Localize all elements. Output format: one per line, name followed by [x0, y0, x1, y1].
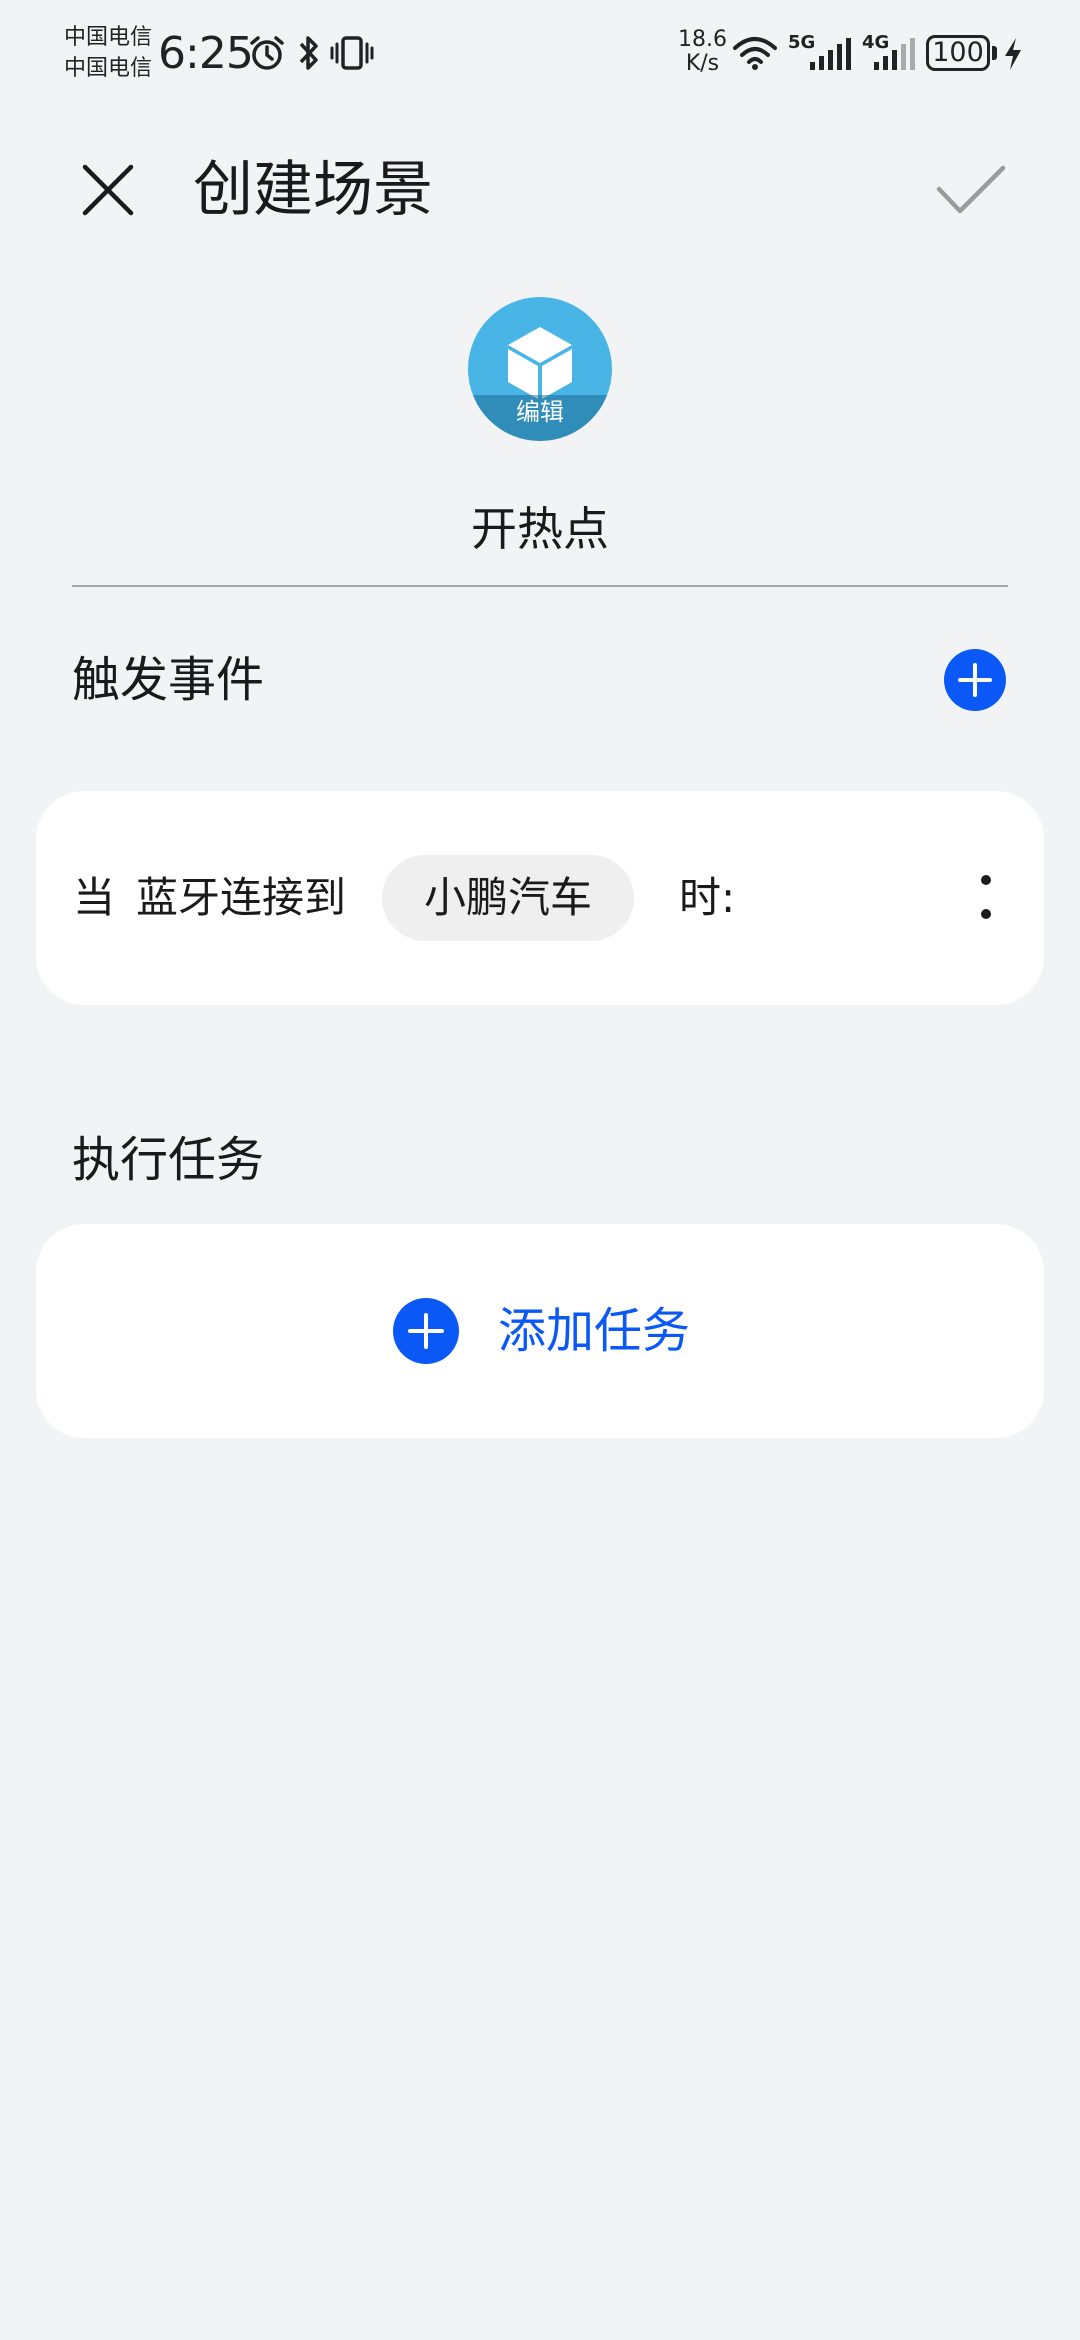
plus-icon — [408, 1313, 444, 1349]
network-speed: 18.6 K/s — [678, 28, 727, 76]
signal-4g-icon — [874, 38, 915, 70]
cube-icon — [508, 327, 572, 399]
trigger-event[interactable]: 蓝牙连接到 — [136, 869, 346, 927]
scene-icon-button[interactable]: 编辑 — [468, 297, 612, 441]
trigger-device-chip[interactable]: 小鹏汽车 — [382, 855, 634, 941]
add-task-card[interactable]: 添加任务 — [36, 1224, 1044, 1438]
more-options-button[interactable] — [966, 861, 1006, 935]
add-task-label[interactable]: 添加任务 — [498, 1298, 690, 1364]
trigger-card: 当 蓝牙连接到 小鹏汽车 时: — [36, 791, 1044, 1005]
wifi-icon — [733, 37, 777, 70]
close-button[interactable] — [68, 150, 148, 230]
carrier-1: 中国电信 — [64, 25, 153, 50]
signal-5g-icon — [810, 38, 851, 70]
page-title: 创建场景 — [193, 155, 433, 225]
vibrate-icon — [330, 36, 374, 70]
clock: 6:25 — [158, 28, 254, 79]
edit-label: 编辑 — [468, 395, 612, 441]
battery-cap — [992, 46, 997, 60]
carrier-info: 中国电信 中国电信 — [64, 22, 152, 84]
add-task-icon-button[interactable] — [393, 1298, 459, 1364]
title-bar: 创建场景 — [0, 140, 1080, 240]
network-speed-unit: K/s — [685, 51, 720, 76]
trigger-prefix: 当 — [73, 873, 116, 922]
battery-icon: 100 — [926, 35, 990, 71]
confirm-button[interactable] — [928, 150, 1014, 230]
trigger-section-title: 触发事件 — [72, 652, 265, 708]
scene-name-input[interactable]: 开热点 — [72, 498, 1008, 560]
carrier-2: 中国电信 — [64, 56, 153, 81]
trigger-suffix: 时: — [679, 873, 736, 922]
task-section-title: 执行任务 — [72, 1132, 265, 1188]
plus-icon — [958, 663, 992, 697]
trigger-condition-row: 当 蓝牙连接到 小鹏汽车 时: — [36, 791, 1044, 1005]
alarm-icon — [250, 36, 284, 70]
bluetooth-icon — [299, 36, 318, 70]
status-bar: 中国电信 中国电信 6:25 18.6 K/s 5G 4G 100 — [0, 0, 1080, 110]
scene-name-underline — [72, 585, 1008, 587]
charging-icon — [1005, 38, 1021, 70]
close-icon — [82, 164, 134, 216]
network-speed-value: 18.6 — [678, 27, 727, 52]
more-vertical-icon-dot-top — [981, 875, 991, 885]
check-icon — [936, 165, 1006, 214]
add-trigger-button[interactable] — [944, 649, 1006, 711]
more-vertical-icon-dot-bottom — [981, 909, 991, 919]
